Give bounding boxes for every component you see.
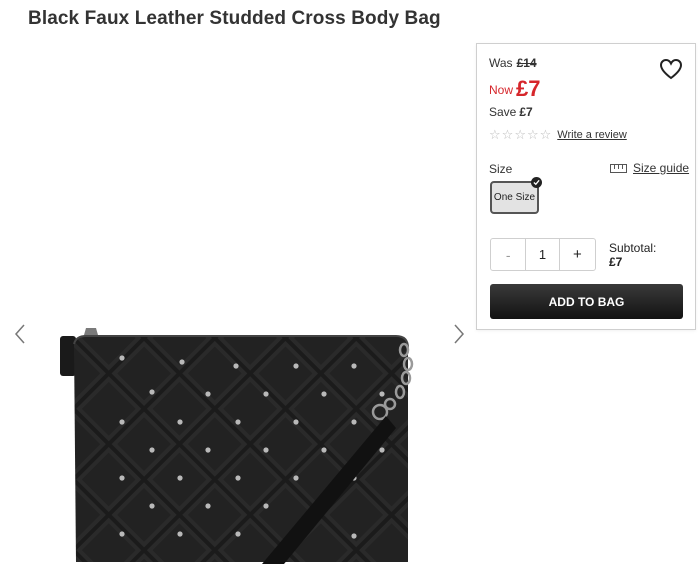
save-amount: £7: [519, 105, 533, 119]
size-option-label: One Size: [493, 192, 536, 203]
chevron-left-icon[interactable]: [12, 322, 28, 346]
chevron-right-icon[interactable]: [451, 322, 467, 346]
size-option-one-size[interactable]: One Size: [490, 177, 542, 214]
now-label: Now: [489, 83, 514, 97]
star-icon: ☆: [489, 127, 501, 142]
subtotal-amount: £7: [609, 255, 623, 269]
quantity-increase-button[interactable]: +: [560, 239, 595, 270]
was-price: £14: [516, 56, 537, 70]
subtotal: Subtotal: £7: [609, 241, 656, 269]
quantity-input[interactable]: 1: [525, 239, 560, 270]
size-label: Size: [489, 162, 513, 176]
save-row: Save £7: [489, 105, 533, 119]
save-label: Save: [489, 105, 517, 119]
quantity-stepper: - 1 +: [490, 238, 596, 271]
star-icon: ☆: [514, 127, 526, 142]
ruler-icon: [610, 163, 627, 173]
now-price-row: Now £7: [489, 76, 541, 102]
purchase-panel: Was £14 Now £7 Save £7 ☆ ☆ ☆ ☆ ☆ Write a re…: [476, 43, 696, 330]
rating-row: ☆ ☆ ☆ ☆ ☆ Write a review: [489, 128, 627, 142]
product-gallery: [0, 40, 476, 564]
star-icon: ☆: [501, 127, 514, 142]
was-price-row: Was £14: [489, 56, 537, 70]
heart-icon[interactable]: [659, 58, 683, 80]
star-icon: ☆: [526, 127, 539, 142]
size-guide-link[interactable]: Size guide: [610, 161, 689, 175]
write-review-link[interactable]: Write a review: [557, 129, 626, 141]
star-icon: ☆: [539, 127, 552, 142]
add-to-bag-button[interactable]: ADD TO BAG: [490, 284, 683, 319]
was-label: Was: [489, 56, 513, 70]
now-price: £7: [516, 76, 541, 101]
check-icon: [531, 177, 542, 188]
quantity-decrease-button[interactable]: -: [491, 239, 525, 270]
size-guide-label: Size guide: [633, 161, 690, 175]
subtotal-label: Subtotal:: [609, 241, 657, 255]
product-image: [56, 280, 416, 564]
product-title: Black Faux Leather Studded Cross Body Ba…: [28, 8, 441, 29]
